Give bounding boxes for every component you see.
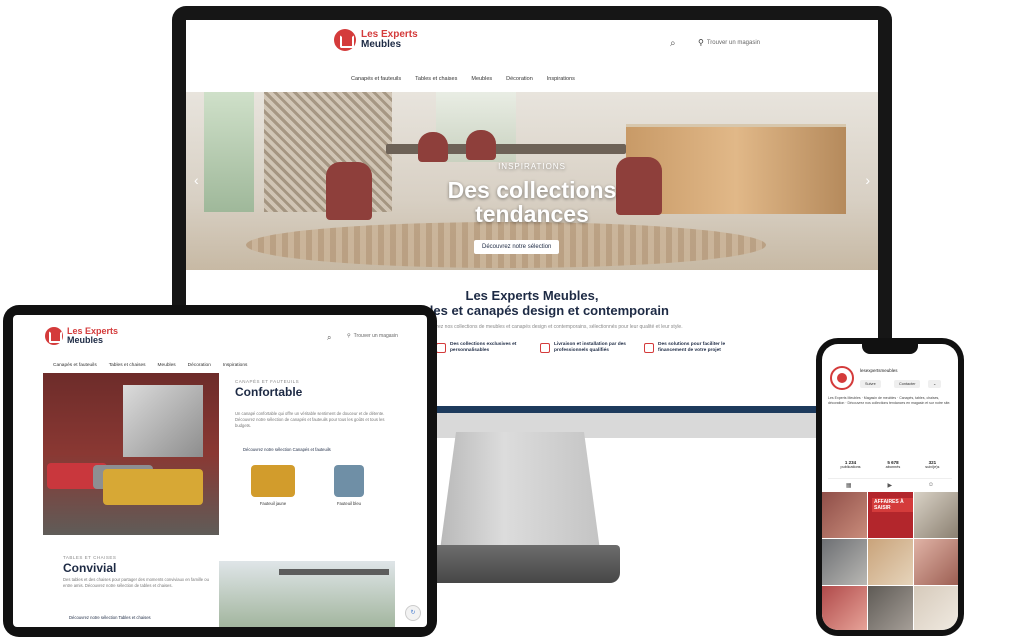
product-label: Fauteuil jaune [259,501,287,506]
nav-item-tables[interactable]: Tables et chaises [415,76,457,82]
avatar[interactable] [830,366,854,390]
monitor-stand-neck [440,432,600,550]
product-card[interactable]: Fauteuil bleu [321,465,377,506]
hero-chair-image [418,132,448,162]
nav-item-canapes[interactable]: Canapés et fauteuils [351,76,401,82]
nav-item-decoration[interactable]: Décoration [188,363,211,368]
home-logo-icon [45,327,63,345]
section-link[interactable]: Découvrez notre sélection Canapés et fau… [243,447,331,452]
location-pin-icon: ⚲ [347,333,351,339]
desktop-header: Les Experts Meubles ⌕ ⚲ Trouver un magas… [186,20,878,68]
hero-title-line1: Des collections [447,177,617,203]
armchair-yellow-image [251,465,295,497]
desktop-logo[interactable]: Les Experts Meubles [334,29,418,51]
post-thumbnail[interactable] [822,539,867,585]
store-label: Trouver un magasin [353,333,398,339]
section-body: Un canapé confortable qui offre un vérit… [235,411,385,428]
post-thumbnail[interactable] [914,492,958,538]
hero-title-line2: tendances [475,201,589,227]
phone-device: lesexpertsmeubles Suivre Contacter ⌄ Les… [816,338,964,636]
terrace-image [219,561,395,627]
hero-title: Des collections tendances [186,178,878,226]
grid-tab-icon[interactable]: ▦ [846,482,852,489]
product-label: Fauteuil bleu [337,501,361,506]
post-thumbnail[interactable] [868,586,913,630]
phone-notch [862,344,918,354]
product-card[interactable]: Fauteuil jaune [245,465,301,506]
profile-name: lesexpertsmeubles [860,368,898,373]
recaptcha-icon[interactable]: ↻ [405,605,421,621]
profile-tabs: ▦ ▶ ☺ [828,478,952,489]
post-thumbnail[interactable] [868,539,913,585]
location-pin-icon: ⚲ [698,38,704,47]
post-grid: AFFAIRES À SAISIR [822,492,958,630]
profile-bio: Les Experts Meubles · Magasin de meubles… [828,396,951,405]
more-button[interactable]: ⌄ [928,380,942,388]
feature-item: Livraison et installation par des profes… [540,342,632,354]
feature-item: Des solutions pour faciliter le financem… [644,342,736,354]
phone-screen: lesexpertsmeubles Suivre Contacter ⌄ Les… [822,344,958,630]
feature-list: Des collections exclusives et personnali… [436,342,736,354]
section-kicker: TABLES ET CHAISES [63,555,117,560]
stat-followers[interactable]: 5 678 abonnés [886,460,901,469]
feature-item: Des collections exclusives et personnali… [436,342,528,354]
post-tag: AFFAIRES À SAISIR [872,498,913,512]
post-thumbnail[interactable]: AFFAIRES À SAISIR [868,492,913,538]
wall-art-image [123,385,203,457]
follow-button[interactable]: Suivre [860,380,881,388]
nav-item-tables[interactable]: Tables et chaises [109,363,146,368]
profile-stats: 1 234 publications 5 678 abonnés 321 suivi(… [828,460,952,469]
yellow-sofa-image [103,469,203,505]
monitor-stand-base [420,545,620,583]
feature-label: Livraison et installation par des profes… [554,342,626,353]
hero-cta-button[interactable]: Découvrez notre sélection [474,240,560,254]
nav-item-meubles[interactable]: Meubles [471,76,492,82]
contact-button[interactable]: Contacter [894,380,921,388]
delivery-truck-icon [540,343,550,353]
feature-label: Des solutions pour faciliter le financem… [658,342,726,353]
nav-item-meubles[interactable]: Meubles [158,363,176,368]
tablet-device: Les Experts Meubles ⌕ ⚲ Trouver un magas… [3,305,437,637]
intro-title-line1: Les Experts Meubles, [465,288,599,303]
section-title: Confortable [235,385,303,399]
tablet-nav: Canapés et fauteuils Tables et chaises M… [53,363,247,368]
living-room-image [43,373,219,535]
reels-tab-icon[interactable]: ▶ [887,482,892,489]
pergola-image [279,569,389,575]
hero-kicker: INSPIRATIONS [498,162,566,171]
logo-line2: Meubles [67,335,104,345]
hero-chair-image [466,130,496,160]
stat-following[interactable]: 321 suivi(e)s [925,460,939,469]
post-thumbnail[interactable] [822,586,867,630]
section-link[interactable]: Découvrez notre sélection Tables et chai… [69,615,151,620]
home-logo-icon [334,29,356,51]
stat-posts[interactable]: 1 234 publications [841,460,861,469]
search-icon[interactable]: ⌕ [327,333,331,343]
collection-icon [436,343,446,353]
nav-item-decoration[interactable]: Décoration [506,76,533,82]
store-label: Trouver un magasin [706,39,760,46]
tablet-screen: Les Experts Meubles ⌕ ⚲ Trouver un magas… [13,315,427,627]
feature-label: Des collections exclusives et personnali… [450,342,517,353]
store-locator[interactable]: ⚲ Trouver un magasin [347,333,398,339]
section-title: Convivial [63,561,117,575]
tablet-logo[interactable]: Les Experts Meubles [45,327,118,345]
search-icon[interactable]: ⌕ [670,38,676,49]
post-thumbnail[interactable] [914,586,958,630]
nav-item-inspirations[interactable]: Inspirations [547,76,575,82]
section-body: Des tables et des chaises pour partager … [63,577,209,588]
section-kicker: CANAPÉS ET FAUTEUILS [235,379,300,384]
armchair-blue-image [334,465,364,497]
store-locator[interactable]: ⚲ Trouver un magasin [698,38,760,47]
logo-line2: Meubles [361,39,402,50]
post-thumbnail[interactable] [914,539,958,585]
post-thumbnail[interactable] [822,492,867,538]
desktop-nav: Canapés et fauteuils Tables et chaises M… [351,76,575,82]
hero-banner: ‹ › INSPIRATIONS Des collections tendanc… [186,92,878,270]
nav-item-canapes[interactable]: Canapés et fauteuils [53,363,97,368]
tagged-tab-icon[interactable]: ☺ [928,482,934,489]
financing-icon [644,343,654,353]
nav-item-inspirations[interactable]: Inspirations [223,363,248,368]
